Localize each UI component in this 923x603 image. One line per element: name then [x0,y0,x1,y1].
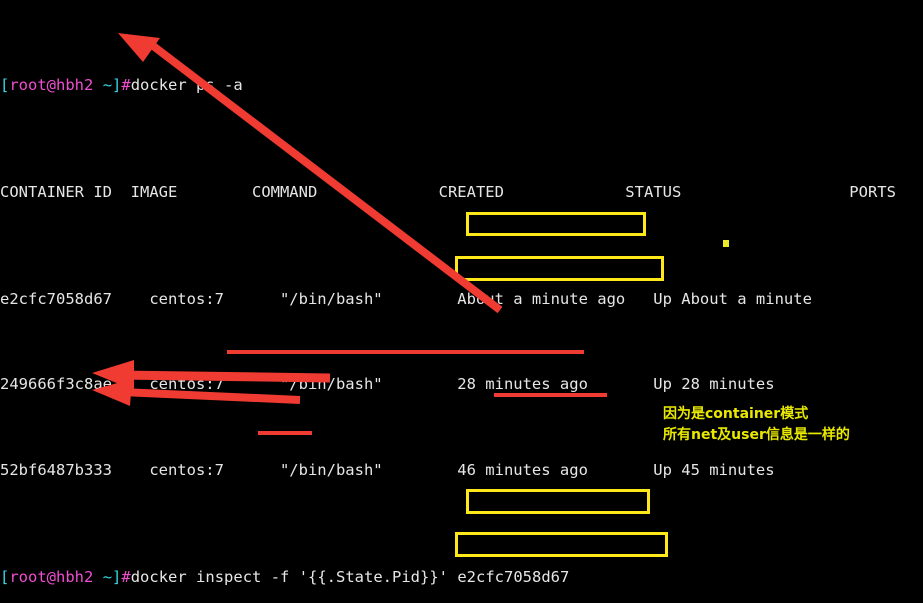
cell-command: "/bin/bash" [279,375,383,394]
prompt-user-host: root@hbh2 [9,567,94,586]
prompt-path: ~ [102,567,113,586]
prompt-bracket-close: ] [112,567,122,586]
col-header-ports: PORTS [849,182,896,201]
cell-image: centos:7 [149,460,224,479]
col-header-image: IMAGE [130,182,178,201]
prompt-bracket-open: [ [0,75,10,94]
docker-ps-header-row: CONTAINER ID IMAGE COMMAND CREATED STATU… [0,182,923,203]
cell-command: "/bin/bash" [279,460,383,479]
table-row[interactable]: e2cfc7058d67 centos:7 "/bin/bash" About … [0,289,923,310]
cell-created: About a minute ago [457,289,626,308]
cell-created: 28 minutes ago [457,375,588,394]
cell-status: Up 28 minutes [653,375,775,394]
table-row[interactable]: 249666f3c8ae centos:7 "/bin/bash" 28 min… [0,374,923,395]
cell-container-id: 249666f3c8ae [0,375,112,394]
table-row[interactable]: 52bf6487b333 centos:7 "/bin/bash" 46 min… [0,460,923,481]
cell-image: centos:7 [149,289,224,308]
prompt-user-host: root@hbh2 [9,75,94,94]
terminal-line-top-partial: [root@hbh2 ~]#docker ps -a [0,75,923,96]
prompt-hash: # [121,567,131,586]
terminal-output: [root@hbh2 ~]#docker ps -a CONTAINER ID … [0,0,923,603]
command-inspect-first: docker inspect -f '{{.State.Pid}}' e2cfc… [130,567,570,586]
col-header-created: CREATED [438,182,504,201]
terminal-window[interactable]: [root@hbh2 ~]#docker ps -a CONTAINER ID … [0,0,923,603]
col-header-status: STATUS [625,182,682,201]
cell-container-id: e2cfc7058d67 [0,289,112,308]
terminal-line-inspect-first: [root@hbh2 ~]#docker inspect -f '{{.Stat… [0,567,923,588]
prompt-hash: # [121,75,131,94]
prompt-path: ~ [102,75,113,94]
cell-container-id: 52bf6487b333 [0,460,112,479]
prompt-bracket-open: [ [0,567,10,586]
cell-status: Up 45 minutes [653,460,775,479]
top-partial-command: docker ps -a [130,75,243,94]
cell-command: "/bin/bash" [279,289,383,308]
cell-status: Up About a minute [653,289,812,308]
col-header-container-id: CONTAINER ID [0,182,112,201]
col-header-command: COMMAND [251,182,318,201]
cell-created: 46 minutes ago [457,460,588,479]
cell-image: centos:7 [149,375,224,394]
prompt-bracket-close: ] [112,75,122,94]
